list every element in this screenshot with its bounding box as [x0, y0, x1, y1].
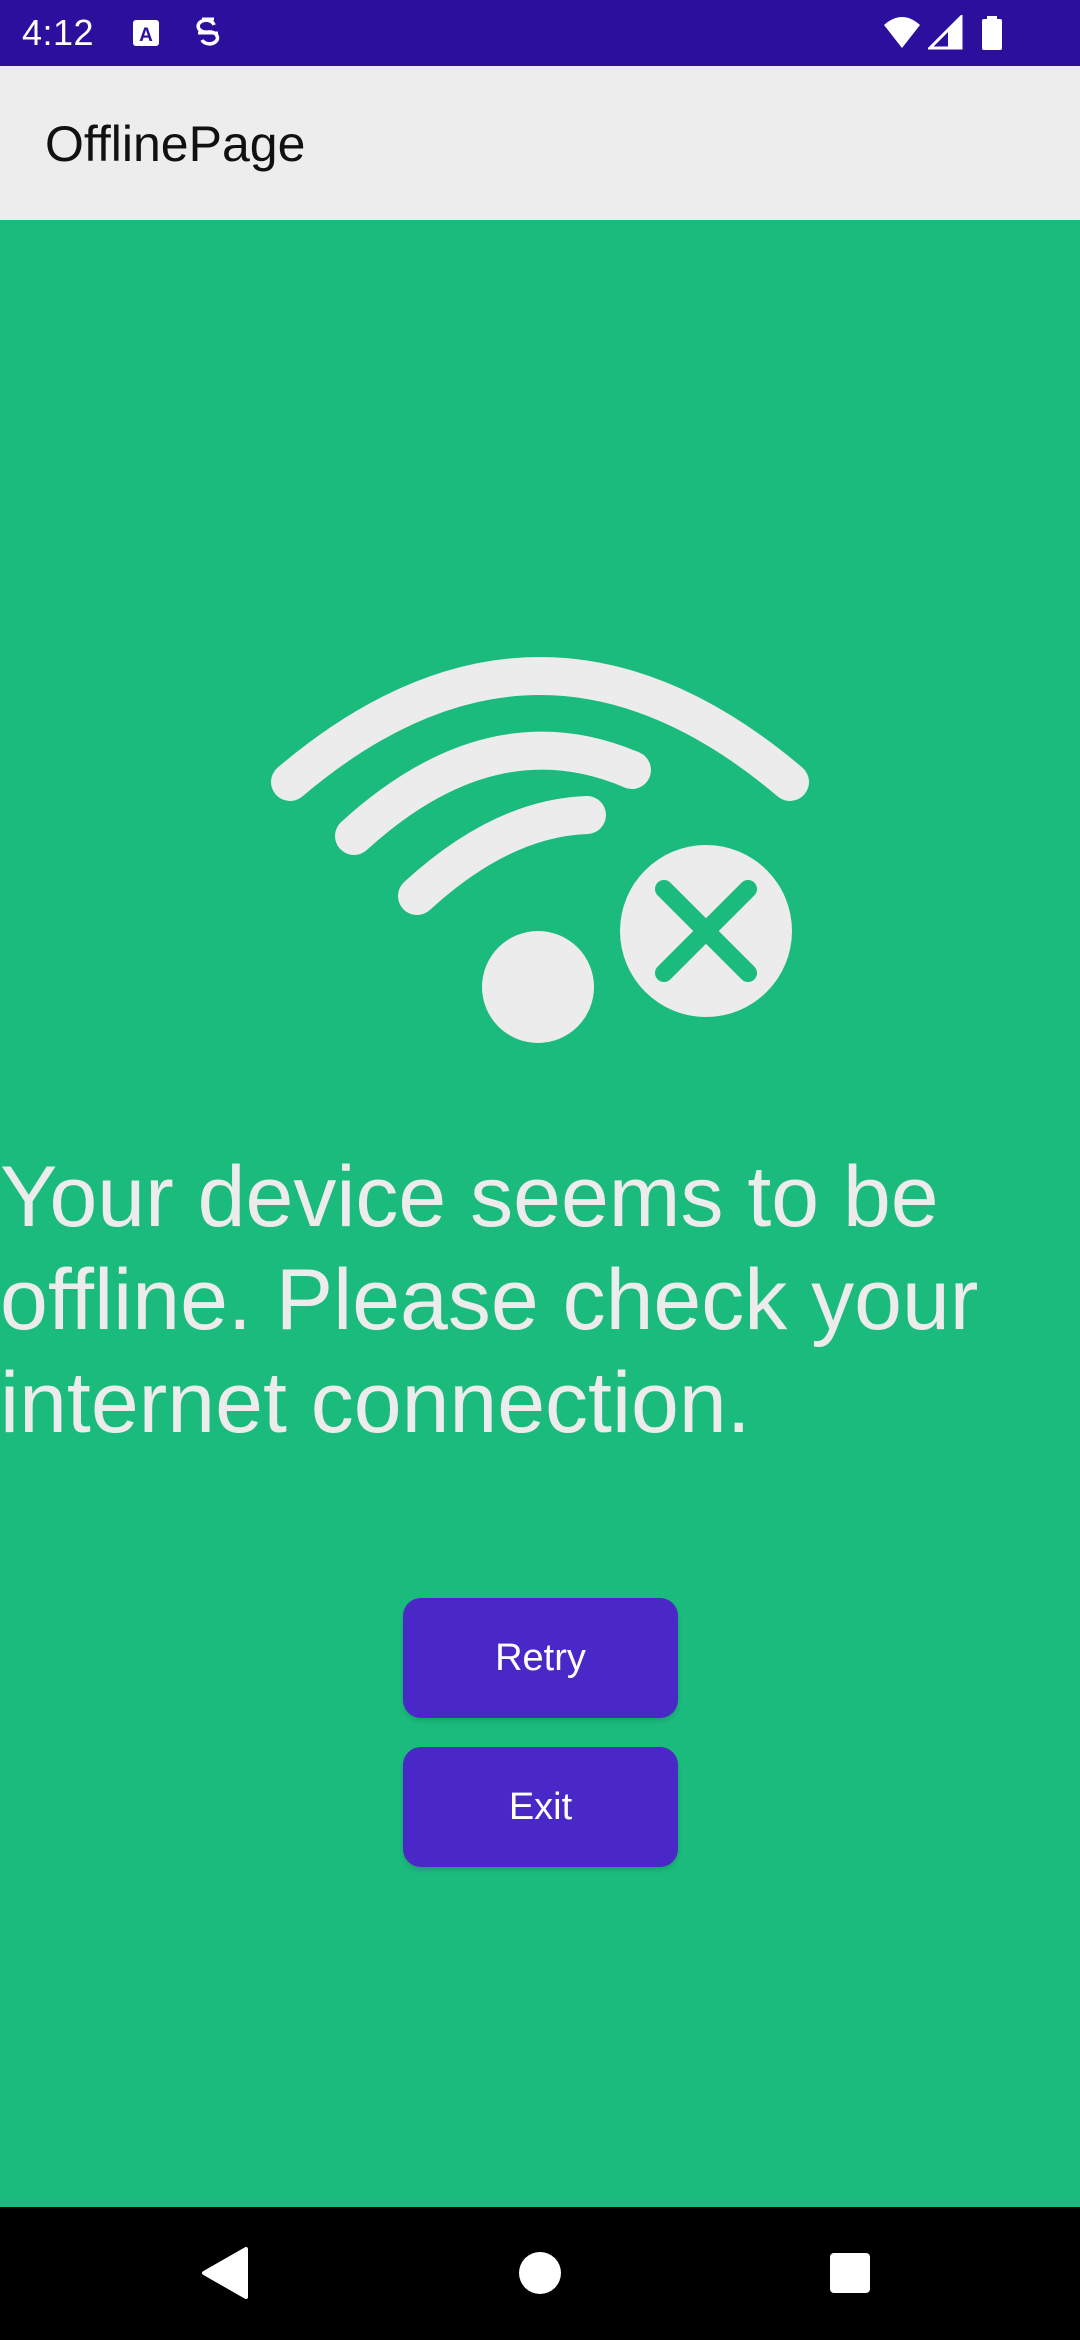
- back-icon[interactable]: [190, 2237, 262, 2309]
- exit-button[interactable]: Exit: [403, 1747, 678, 1867]
- retry-button[interactable]: Retry: [403, 1598, 678, 1718]
- page-title: OfflinePage: [45, 116, 306, 172]
- status-bar: 4:12 A: [0, 0, 1080, 66]
- wifi-icon: [882, 15, 920, 51]
- offline-message: Your device seems to be offline. Please …: [0, 1149, 979, 1451]
- home-icon[interactable]: [504, 2237, 576, 2309]
- keyboard-a-icon: A: [130, 15, 166, 51]
- offline-content: Your device seems to be offline. Please …: [0, 220, 1080, 2207]
- wifi-off-icon: [262, 640, 818, 1050]
- navigation-bar: [0, 2207, 1080, 2340]
- app-bar: OfflinePage: [0, 66, 1080, 220]
- recents-icon[interactable]: [814, 2237, 886, 2309]
- sync-s-icon: [190, 15, 226, 51]
- battery-icon: [980, 15, 1016, 51]
- status-time: 4:12: [22, 12, 95, 53]
- svg-text:A: A: [139, 25, 153, 46]
- cellular-signal-icon: [926, 13, 964, 51]
